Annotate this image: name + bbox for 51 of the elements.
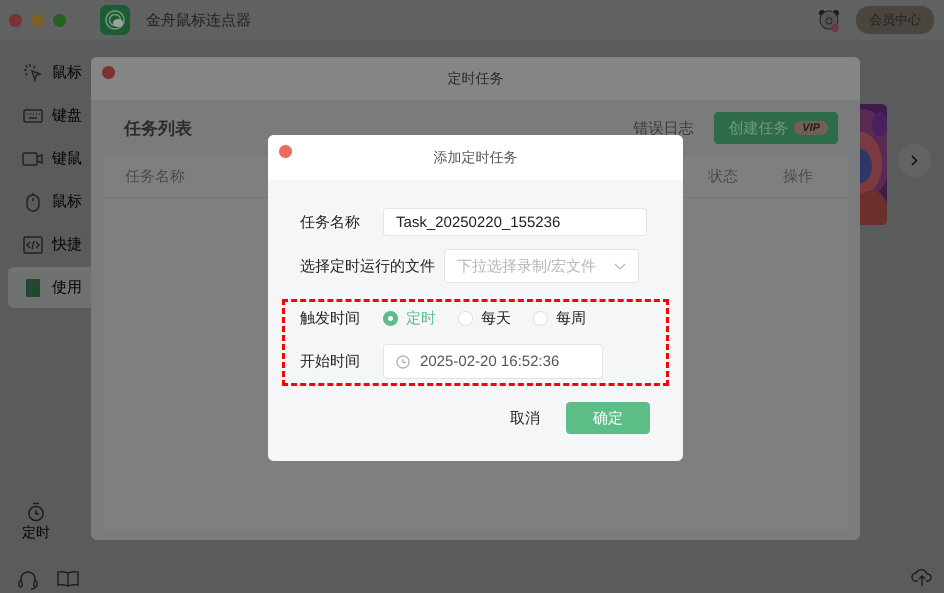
sidebar-item[interactable]: 快捷 xyxy=(8,224,91,265)
sidebar-item[interactable]: 鼠标 xyxy=(8,181,91,222)
chevron-down-icon xyxy=(614,262,626,270)
file-dropdown[interactable]: 下拉选择录制/宏文件 xyxy=(444,249,639,283)
task-name-field[interactable]: Task_20250220_155236 xyxy=(383,208,647,236)
radio-option[interactable]: 定时 xyxy=(383,309,436,328)
sidebar-item[interactable]: 键盘 xyxy=(8,95,91,136)
error-log-link[interactable]: 错误日志 xyxy=(633,118,694,138)
sidebar-label: 键盘 xyxy=(52,106,82,125)
stopwatch-icon[interactable] xyxy=(27,502,45,522)
app-logo-icon xyxy=(100,5,130,35)
panda-avatar-icon[interactable] xyxy=(816,7,842,33)
code-icon xyxy=(23,236,43,254)
field-label: 触发时间 xyxy=(300,309,361,328)
sidebar-item[interactable]: 使用 xyxy=(8,267,91,308)
mouse-icon xyxy=(25,192,41,212)
field-label: 任务名称 xyxy=(300,212,361,232)
sidebar-label: 鼠标 xyxy=(52,192,82,211)
keyboard-icon xyxy=(23,108,43,124)
clock-icon xyxy=(396,354,410,368)
task-list-heading: 任务列表 xyxy=(124,118,193,140)
confirm-button[interactable]: 确定 xyxy=(566,402,650,434)
close-button[interactable] xyxy=(279,145,292,158)
close-button[interactable] xyxy=(102,66,115,79)
chevron-right-icon xyxy=(911,155,918,166)
cloud-upload-icon[interactable] xyxy=(911,567,933,587)
app-title: 金舟鼠标连点器 xyxy=(146,10,251,30)
headset-icon[interactable] xyxy=(17,570,39,590)
field-label: 选择定时运行的文件 xyxy=(300,256,435,276)
create-task-button[interactable]: 创建任务 VIP xyxy=(714,112,838,144)
sidebar-label: 快捷 xyxy=(52,235,82,254)
close-window-button[interactable] xyxy=(9,14,22,26)
sidebar-item[interactable]: 键鼠 xyxy=(8,138,91,179)
window-title: 定时任务 xyxy=(448,70,504,88)
sidebar-label: 使用 xyxy=(52,278,82,297)
cancel-button[interactable]: 取消 xyxy=(510,408,540,428)
book-icon[interactable] xyxy=(57,570,79,588)
cursor-click-icon xyxy=(23,62,43,82)
sidebar-label: 键鼠 xyxy=(52,149,82,168)
sidebar-label: 鼠标 xyxy=(52,63,82,82)
next-button[interactable] xyxy=(898,144,931,177)
radio-option[interactable]: 每天 xyxy=(458,309,511,328)
timer-label[interactable]: 定时 xyxy=(22,524,50,542)
vip-badge: VIP xyxy=(794,121,828,135)
field-label: 开始时间 xyxy=(300,352,361,371)
start-time-field[interactable]: 2025-02-20 16:52:36 xyxy=(383,344,603,379)
dialog-title: 添加定时任务 xyxy=(434,148,518,166)
sidebar-item[interactable]: 鼠标 xyxy=(8,52,91,93)
notebook-icon xyxy=(25,278,41,298)
video-camera-icon xyxy=(22,150,44,166)
radio-option[interactable]: 每周 xyxy=(533,309,586,328)
